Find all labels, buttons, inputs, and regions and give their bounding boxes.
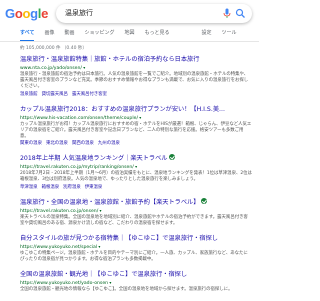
result-url-text: https://www.his-vacation.com/onsen/theme…	[20, 115, 138, 121]
result-sitelinks: 温泉旅館 貸切露天風呂 露天風呂付き客室	[20, 91, 252, 98]
url-dropdown-icon[interactable]: ▾	[98, 208, 102, 213]
verified-check-icon	[201, 197, 208, 204]
sitelink[interactable]: 東北の温泉	[46, 141, 68, 146]
result-title-link[interactable]: カップル温泉旅行2018：おすすめの温泉旅行プランが安い！【H.I.S.美...	[20, 105, 252, 114]
tab-videos[interactable]: 動画	[64, 28, 74, 42]
sitelink[interactable]: 草津温泉	[20, 185, 38, 190]
result-url-text: https://travel.rakuten.co.jp/mytrip/rank…	[20, 165, 134, 171]
search-tabs: すべて 画像 動画 ショッピング 地図 もっと見る 設定 ツール	[20, 28, 247, 42]
search-result: カップル温泉旅行2018：おすすめの温泉旅行プランが安い！【H.I.S.美...…	[20, 105, 252, 148]
microphone-icon[interactable]	[222, 8, 232, 19]
search-result: 温泉旅行・全国の温泉地・温泉旅館・旅館予約【楽天トラベル】 https://tra…	[20, 197, 252, 227]
sitelink[interactable]: 関東の温泉	[20, 141, 42, 146]
result-title-text: 温泉旅行・温泉旅館特集｜旅館・ホテルの宿泊予約なら日本旅行	[20, 56, 200, 63]
sitelink[interactable]: 箱根温泉	[42, 185, 60, 190]
header-divider	[0, 41, 259, 42]
search-result: 全国の温泉旅館・観光地｜【ゆこゆこ】で温泉旅行・宿探し https://www.y…	[20, 270, 252, 293]
result-sitelinks: 関東の温泉 東北の温泉 関西の温泉 九州の温泉	[20, 140, 252, 147]
result-title-text: 2018年上半期 人気温泉地ランキング｜楽天トラベル	[20, 155, 168, 163]
tab-shopping[interactable]: ショッピング	[84, 28, 114, 42]
sitelink[interactable]: 別府温泉	[63, 185, 81, 190]
url-dropdown-icon[interactable]: ▾	[97, 244, 100, 249]
logo-letter: g	[30, 6, 38, 21]
search-header: Google 温泉旅行 すべて 画像 動画 ショッピング 地図 もっと見る 設定…	[0, 0, 259, 44]
sitelink[interactable]: 伊東温泉	[85, 185, 103, 190]
result-title-text: カップル温泉旅行2018：おすすめの温泉旅行プランが安い！【H.I.S.美...	[20, 105, 225, 113]
logo-letter: G	[5, 6, 15, 21]
result-title-link[interactable]: 2018年上半期 人気温泉地ランキング｜楽天トラベル	[20, 154, 252, 163]
result-title-link[interactable]: 温泉旅行・温泉旅館特集｜旅館・ホテルの宿泊予約なら日本旅行	[20, 55, 252, 64]
tab-images[interactable]: 画像	[44, 28, 54, 42]
logo-letter: o	[22, 6, 31, 21]
result-sitelinks: 草津温泉 箱根温泉 別府温泉 伊東温泉	[20, 184, 252, 191]
logo-letter: e	[41, 6, 49, 21]
sitelink[interactable]: 貸切露天風呂	[42, 92, 68, 97]
url-dropdown-icon[interactable]: ▾	[108, 280, 111, 285]
result-title-link[interactable]: 温泉旅行・全国の温泉地・温泉旅館・旅館予約【楽天トラベル】	[20, 197, 252, 207]
url-dropdown-icon[interactable]: ▾	[134, 164, 137, 169]
tab-all[interactable]: すべて	[20, 28, 35, 42]
result-snippet: ゆこゆこの特集ページ。温泉旅館・ホテルを目的やテーマ別にご紹介。一人旅、カップル…	[20, 251, 248, 263]
result-url: https://travel.rakuten.co.jp/onsen/ ▾	[20, 207, 252, 215]
logo-letter: o	[14, 6, 23, 21]
sitelink[interactable]: 露天風呂付き客室	[72, 92, 107, 97]
search-result: 自分スタイルの旅が見つかる宿特集｜【ゆこゆこ】で温泉旅行・宿探し https://…	[20, 234, 252, 263]
tab-tools[interactable]: ツール	[222, 28, 237, 42]
result-title-link[interactable]: 自分スタイルの旅が見つかる宿特集｜【ゆこゆこ】で温泉旅行・宿探し	[20, 234, 252, 243]
search-input[interactable]: 温泉旅行	[65, 8, 93, 18]
result-url-text: https://travel.rakuten.co.jp/onsen/	[20, 208, 99, 214]
result-snippet: 全国の温泉旅館・観光地の情報なら【ゆこゆこ】。全国の温泉地を地域から探せます。温…	[20, 287, 233, 293]
search-result: 2018年上半期 人気温泉地ランキング｜楽天トラベル https://travel…	[20, 154, 252, 190]
url-dropdown-icon[interactable]: ▾	[82, 65, 85, 70]
result-url: https://www.yukoyuko.net/special ▾	[20, 243, 252, 251]
result-snippet: 楽天トラベルの温泉特集。全国の温泉地を地域別に紹介、温泉旅館やホテルの宿泊予約が…	[20, 214, 248, 226]
result-title-text: 全国の温泉旅館・観光地｜【ゆこゆこ】で温泉旅行・宿探し	[20, 271, 188, 279]
result-url-text: www.nta.co.jp/yado/onsen/	[20, 66, 82, 71]
google-logo[interactable]: Google	[5, 6, 48, 22]
result-url: https://www.his-vacation.com/onsen/theme…	[20, 114, 252, 122]
search-icon[interactable]	[235, 8, 246, 19]
result-stats: 約 105,000,000 件 （0.40 秒）	[20, 46, 87, 51]
search-results: 温泉旅行・温泉旅館特集｜旅館・ホテルの宿泊予約なら日本旅行 www.nta.co.…	[20, 55, 252, 301]
result-snippet: 2018年7月2日 - 2018年上半期（1月〜6月）の宿泊実績をもとに、温泉地…	[20, 171, 252, 183]
result-title-link[interactable]: 全国の温泉旅館・観光地｜【ゆこゆこ】で温泉旅行・宿探し	[20, 270, 252, 279]
result-url-text: https://www.yukoyuko.net/special	[20, 245, 98, 251]
sitelink[interactable]: 九州の温泉	[98, 141, 120, 146]
search-result: 温泉旅行・温泉旅館特集｜旅館・ホテルの宿泊予約なら日本旅行 www.nta.co.…	[20, 55, 252, 98]
result-url: www.nta.co.jp/yado/onsen/ ▾	[20, 64, 252, 72]
tab-more[interactable]: もっと見る	[145, 28, 170, 42]
url-dropdown-icon[interactable]: ▾	[138, 115, 141, 120]
search-box[interactable]: 温泉旅行	[56, 4, 252, 23]
sitelink[interactable]: 温泉旅館	[20, 92, 38, 97]
tab-settings[interactable]: 設定	[202, 28, 212, 42]
verified-check-icon	[169, 154, 176, 161]
result-snippet: 温泉旅行・温泉旅館の宿泊予約は日本旅行。人気の温泉旅館を一覧でご紹介。地域別の温…	[20, 72, 249, 90]
tab-maps[interactable]: 地図	[125, 28, 135, 42]
result-url-text: https://www.yukoyuko.net/yado-onsen	[20, 281, 109, 287]
result-title-text: 温泉旅行・全国の温泉地・温泉旅館・旅館予約【楽天トラベル】	[20, 198, 200, 206]
result-title-text: 自分スタイルの旅が見つかる宿特集｜【ゆこゆこ】で温泉旅行・宿探し	[20, 235, 218, 243]
sitelink[interactable]: 関西の温泉	[72, 141, 94, 146]
result-snippet: カップル温泉旅行がお得！カップル温泉旅行におすすめの宿・ホテルをHISが厳選！箱…	[20, 121, 252, 140]
